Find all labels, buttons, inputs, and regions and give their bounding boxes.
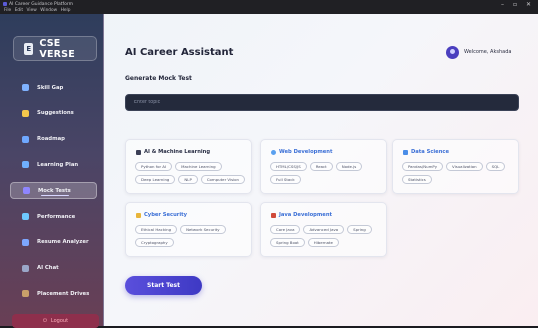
- target-icon: [22, 84, 29, 91]
- sidebar-item-label: Placement Drives: [37, 290, 90, 297]
- sidebar: E CSE VERSE Skill Gap Suggestions Roadmap L…: [0, 14, 104, 328]
- sidebar-item-label: Performance: [37, 213, 76, 220]
- chip-list: Pandas/NumPy Visualization SQL Statistics: [402, 162, 514, 184]
- topic-chip[interactable]: HTML/CSS/JS: [270, 162, 307, 171]
- sidebar-item-label: Roadmap: [37, 136, 65, 143]
- card-header: Java Development: [271, 212, 332, 218]
- topic-chip[interactable]: Python for AI: [135, 162, 173, 171]
- topic-chip[interactable]: SQL: [485, 162, 506, 171]
- topic-chip[interactable]: Network Security: [180, 225, 226, 234]
- window-title: AI Career Guidance Platform: [9, 1, 74, 7]
- card-title: Java Development: [279, 212, 332, 218]
- logout-label: Logout: [50, 318, 69, 324]
- brand[interactable]: E CSE VERSE: [13, 36, 97, 61]
- card-header: Web Development: [271, 149, 332, 155]
- menu-help[interactable]: Help: [61, 8, 71, 13]
- sidebar-item-roadmap[interactable]: Roadmap: [10, 131, 97, 148]
- sidebar-item-label: Learning Plan: [37, 161, 79, 168]
- briefcase-icon: [22, 290, 29, 298]
- topic-chip[interactable]: Node.js: [335, 162, 363, 171]
- topic-chip[interactable]: Computer Vision: [200, 175, 246, 184]
- sidebar-item-label: Mock Tests: [38, 187, 71, 194]
- topic-input[interactable]: [125, 94, 519, 111]
- chip-list: Core Java Advanced Java Spring Spring Boot H…: [270, 225, 382, 247]
- topic-chip[interactable]: Spring Boot: [270, 238, 305, 247]
- bar-chart-icon: [403, 149, 408, 155]
- sidebar-item-performance[interactable]: Performance: [10, 208, 97, 225]
- topic-chip[interactable]: Advanced Java: [303, 225, 345, 234]
- menu-bar: File Edit View Window Help: [4, 8, 70, 13]
- sidebar-item-label: Skill Gap: [37, 84, 64, 91]
- welcome-text: Welcome, Akshada: [464, 49, 512, 55]
- window-titlebar: AI Career Guidance Platform File Edit Vi…: [0, 0, 538, 14]
- card-header: Data Science: [403, 149, 449, 155]
- globe-icon: [271, 149, 276, 155]
- lock-icon: [136, 212, 141, 218]
- avatar[interactable]: [446, 45, 459, 59]
- topic-chip[interactable]: Spring: [347, 225, 372, 234]
- topic-chip[interactable]: Pandas/NumPy: [402, 162, 444, 171]
- calendar-icon: [22, 161, 29, 169]
- topic-chip[interactable]: Machine Learning: [175, 162, 222, 171]
- section-title: Generate Mock Test: [125, 75, 192, 82]
- minimize-icon[interactable]: –: [501, 2, 504, 8]
- sidebar-item-placement-drives[interactable]: Placement Drives: [10, 285, 97, 302]
- sidebar-item-label: Suggestions: [37, 110, 74, 117]
- close-icon[interactable]: ✕: [526, 2, 531, 8]
- app-root: E CSE VERSE Skill Gap Suggestions Roadmap L…: [0, 14, 538, 328]
- app-icon: [3, 2, 7, 6]
- brand-name: CSE VERSE: [39, 37, 75, 60]
- chip-list: HTML/CSS/JS React Node.js Full Stack: [270, 162, 382, 184]
- start-test-button[interactable]: Start Test: [125, 276, 202, 295]
- topic-chip[interactable]: Cryptography: [135, 238, 174, 247]
- laptop-icon: [136, 149, 141, 155]
- topic-chip[interactable]: Core Java: [270, 225, 301, 234]
- card-title: Cyber Security: [144, 212, 188, 218]
- brand-logo-icon: E: [24, 42, 34, 55]
- card-header: AI & Machine Learning: [136, 149, 210, 155]
- trend-icon: [22, 213, 29, 220]
- topic-chip[interactable]: Ethical Hacking: [135, 225, 178, 234]
- sidebar-item-skill-gap[interactable]: Skill Gap: [10, 79, 97, 96]
- logout-icon: ⏻: [42, 318, 47, 324]
- topic-chip[interactable]: Hibernate: [307, 238, 339, 247]
- menu-view[interactable]: View: [27, 8, 37, 13]
- sidebar-item-mock-tests[interactable]: Mock Tests: [10, 182, 97, 200]
- sidebar-item-suggestions[interactable]: Suggestions: [10, 105, 97, 122]
- maximize-icon[interactable]: ▫: [513, 2, 517, 8]
- topic-chip[interactable]: Statistics: [402, 175, 432, 184]
- chip-list: Python for AI Machine Learning Deep Learni…: [135, 162, 247, 184]
- topic-card-cyber-security[interactable]: Cyber Security Ethical Hacking Network Se…: [125, 202, 252, 257]
- document-icon: [22, 238, 29, 246]
- topic-card-web-dev[interactable]: Web Development HTML/CSS/JS React Node.js F…: [260, 139, 387, 194]
- sidebar-item-ai-chat[interactable]: AI Chat: [10, 260, 97, 277]
- sidebar-item-learning-plan[interactable]: Learning Plan: [10, 156, 97, 173]
- chip-list: Ethical Hacking Network Security Cryptogra…: [135, 225, 247, 247]
- card-title: AI & Machine Learning: [144, 149, 211, 155]
- coffee-icon: [271, 212, 276, 218]
- sidebar-item-label: AI Chat: [37, 265, 59, 272]
- topic-chip[interactable]: Visualization: [446, 162, 483, 171]
- menu-file[interactable]: File: [4, 8, 11, 13]
- sidebar-item-label: Resume Analyzer: [37, 239, 89, 246]
- topic-card-java-dev[interactable]: Java Development Core Java Advanced Java S…: [260, 202, 387, 257]
- topic-chip[interactable]: React: [309, 162, 333, 171]
- lightbulb-icon: [22, 109, 29, 117]
- topic-chip[interactable]: NLP: [178, 175, 198, 184]
- menu-window[interactable]: Window: [40, 8, 57, 13]
- topic-chip[interactable]: Full Stack: [270, 175, 301, 184]
- chart-icon: [22, 135, 29, 143]
- card-header: Cyber Security: [136, 212, 187, 218]
- checklist-icon: [23, 187, 30, 195]
- card-title: Web Development: [279, 149, 333, 155]
- page-title: AI Career Assistant: [125, 47, 234, 58]
- sidebar-item-resume-analyzer[interactable]: Resume Analyzer: [10, 234, 97, 251]
- robot-icon: [22, 264, 29, 272]
- topic-card-ai-ml[interactable]: AI & Machine Learning Python for AI Machi…: [125, 139, 252, 194]
- topic-card-data-science[interactable]: Data Science Pandas/NumPy Visualization SQ…: [392, 139, 519, 194]
- menu-edit[interactable]: Edit: [15, 8, 23, 13]
- card-title: Data Science: [411, 149, 449, 155]
- topic-chip[interactable]: Deep Learning: [135, 175, 176, 184]
- welcome-user[interactable]: Welcome, Akshada: [446, 44, 511, 60]
